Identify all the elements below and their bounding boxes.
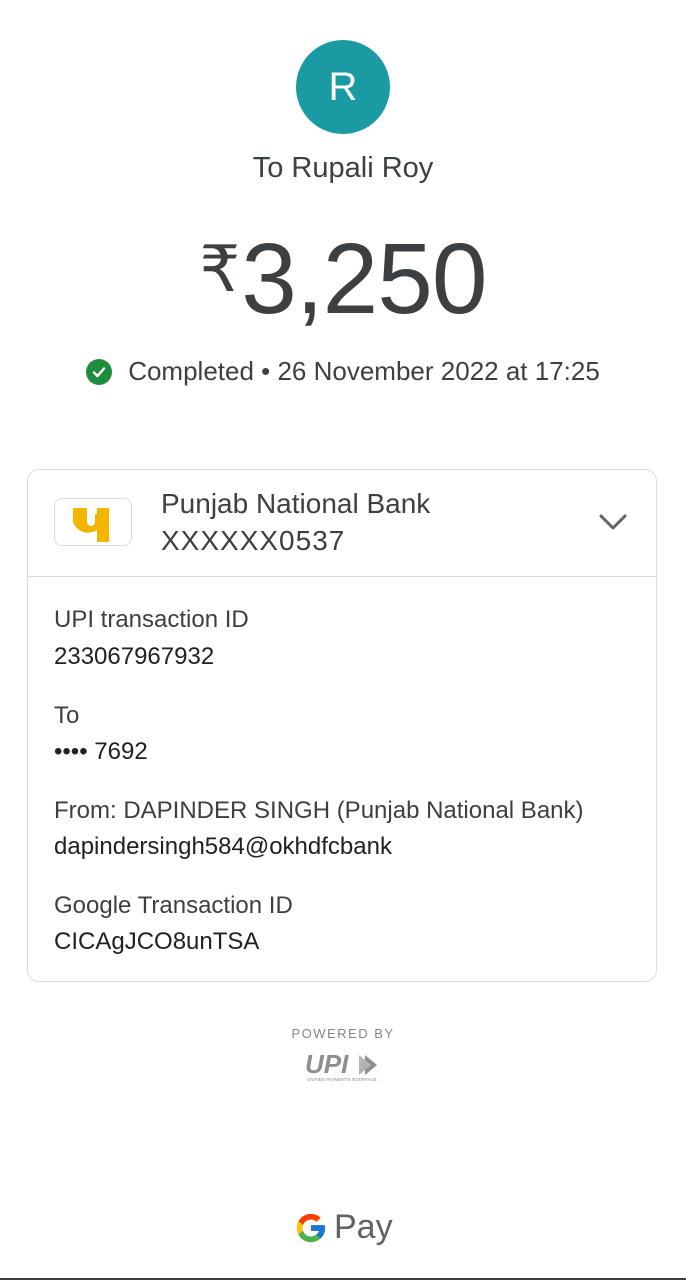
upi-transaction-id-value: 233067967932 (54, 643, 215, 670)
google-transaction-id-value: CICAgJCO8unTSA (54, 928, 260, 955)
check-circle-icon (86, 358, 113, 385)
to-value: •••• 7692 (54, 738, 148, 765)
google-pay-logo: Pay (294, 1208, 393, 1247)
amount-value: 3,250 (241, 223, 487, 335)
google-g-icon (296, 1213, 326, 1242)
recipient-name: To Rupali Roy (252, 152, 434, 184)
upi-tagline: UNIFIED PAYMENTS INTERFACE (307, 1077, 377, 1082)
chevron-down-icon[interactable] (598, 510, 628, 534)
powered-by-label: POWERED BY (291, 1026, 395, 1041)
bank-account-row[interactable]: Punjab National Bank XXXXXX0537 (28, 470, 656, 577)
bank-name: Punjab National Bank (161, 488, 431, 519)
gpay-pay-text: Pay (334, 1208, 393, 1246)
transaction-status: Completed • 26 November 2022 at 17:25 (0, 356, 686, 387)
google-transaction-id-label: Google Transaction ID (54, 892, 293, 919)
from-value: dapindersingh584@okhdfcbank (54, 833, 392, 860)
avatar-initial: R (328, 64, 358, 109)
to-label: To (54, 702, 80, 729)
payment-amount: ₹3,250 (0, 214, 686, 334)
transaction-details-card: Punjab National Bank XXXXXX0537 UPI tran… (27, 469, 657, 982)
status-text: Completed • 26 November 2022 at 17:25 (128, 356, 600, 386)
from-label: From: DAPINDER SINGH (Punjab National Ba… (54, 797, 584, 824)
bank-account-number: XXXXXX0537 (161, 525, 346, 556)
upi-logo-icon: UPI UNIFIED PAYMENTS INTERFACE (305, 1049, 377, 1082)
avatar: R (296, 40, 390, 134)
currency-symbol: ₹ (199, 233, 241, 305)
pnb-logo-icon (54, 498, 132, 546)
upi-logo-text: UPI (305, 1049, 349, 1079)
upi-transaction-id-label: UPI transaction ID (54, 606, 249, 633)
